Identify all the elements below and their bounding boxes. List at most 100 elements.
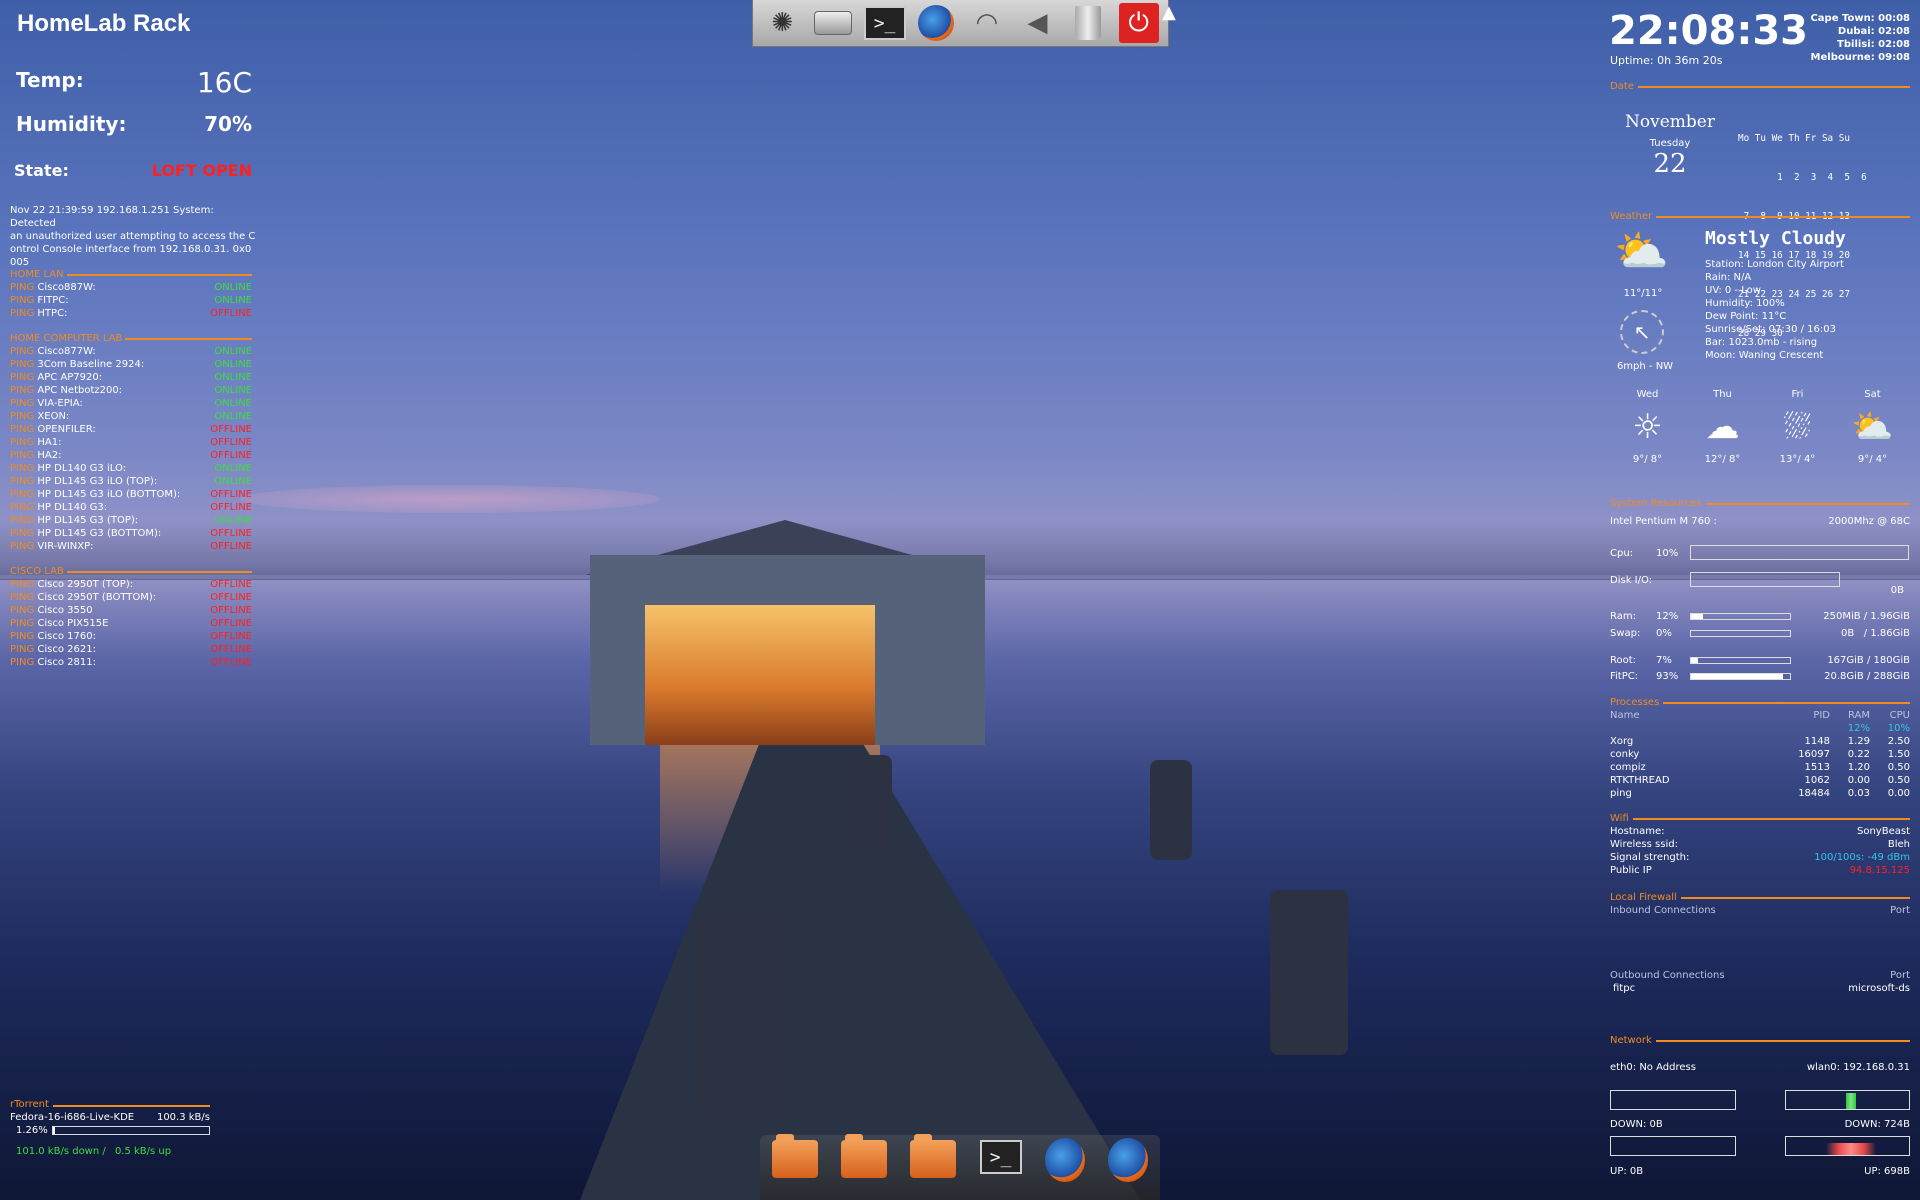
drive-icon[interactable] (813, 3, 853, 43)
cpu-total: 10% (1887, 723, 1910, 734)
ubuntu-logo-icon[interactable]: ✺ (762, 3, 802, 43)
divider (1680, 896, 1910, 899)
weather-line: Bar: 1023.0mb - rising (1705, 337, 1818, 348)
weather-line: Rain: N/A (1705, 272, 1752, 283)
processes-title: Processes (1610, 697, 1660, 708)
divider (52, 1104, 210, 1107)
torrent-down: 101.0 kB/s down / (16, 1146, 106, 1157)
ping-row: PING APC AP7920: ONLINE (10, 371, 252, 384)
ping-row: PING VIR-WINXP: OFFLINE (10, 540, 252, 553)
ping-host: HP DL145 G3 (TOP): (37, 515, 139, 526)
ping-host-cell: PING HP DL140 G3: (10, 501, 107, 514)
sun-icon: ☼ (1632, 407, 1663, 447)
fitpc-bar (1690, 673, 1791, 680)
ping-row: PING Cisco 2621: OFFLINE (10, 643, 252, 656)
trash-icon[interactable] (1068, 3, 1108, 43)
wlan0-down-graph (1785, 1090, 1910, 1110)
ping-label: PING (10, 411, 35, 422)
mouse-cursor-icon: ▲ (1162, 2, 1176, 23)
wifi-row: Signal strength: 100/100s: -49 dBm (1610, 851, 1910, 864)
ping-row: PING XEON: ONLINE (10, 410, 252, 423)
disk-value: 0B (1890, 585, 1904, 596)
wlan0-down: DOWN: 724B (1844, 1119, 1910, 1130)
ping-host: VIA-EPIA: (37, 398, 83, 409)
firefox-icon[interactable] (1044, 1138, 1085, 1182)
ping-row: PING FITPC: ONLINE (10, 294, 252, 307)
weather-line: Dew Point: 11°C (1705, 311, 1787, 322)
wifi-icon[interactable]: ◠ (967, 3, 1007, 43)
temp-value: 16C (196, 66, 252, 99)
wifi-value: 94.8.15.125 (1849, 865, 1910, 876)
ping-host-cell: PING Cisco 2950T (BOTTOM): (10, 591, 156, 604)
terminal-icon[interactable]: >_ (863, 6, 906, 40)
ping-host: Cisco 2950T (BOTTOM): (37, 592, 157, 603)
rain-icon: ⛆ (1783, 407, 1812, 447)
ping-host-cell: PING OPENFILER: (10, 423, 96, 436)
process-cell: 1.20 (1847, 762, 1870, 773)
security-log: Nov 22 21:39:59 192.168.1.251 System: De… (10, 204, 260, 269)
weather-condition: Mostly Cloudy (1705, 228, 1846, 249)
terminal-icon[interactable]: >_ (979, 1140, 1022, 1174)
forecast-day-name: Wed (1636, 389, 1659, 400)
home-folder-icon[interactable] (771, 1134, 818, 1178)
firefox-icon[interactable] (916, 3, 956, 43)
ping-label: PING (10, 463, 35, 474)
divider (1655, 1039, 1910, 1042)
ping-row: PING Cisco 2950T (BOTTOM): OFFLINE (10, 591, 252, 604)
ping-host-cell: PING Cisco 2811: (10, 656, 96, 669)
inbound-label: Inbound Connections (1610, 905, 1716, 916)
ping-status: OFFLINE (210, 618, 252, 629)
ping-label: PING (10, 657, 35, 668)
bottom-dock: >_ (760, 1134, 1160, 1200)
ping-label: PING (10, 424, 35, 435)
cpu-label: Cpu: (1610, 548, 1634, 559)
outbound-port: microsoft-ds (1848, 983, 1910, 994)
humidity-label: Humidity: (16, 112, 127, 136)
power-icon[interactable]: ⏻ (1118, 3, 1159, 43)
month: November (1625, 112, 1715, 132)
outbound-header: Outbound Connections Port (1610, 969, 1910, 982)
process-column-header: CPU (1889, 710, 1910, 721)
section-header: HOME COMPUTER LAB (10, 332, 252, 345)
home-folder-icon[interactable] (840, 1134, 887, 1178)
fitpc-value: 20.8GiB / 288GiB (1824, 671, 1910, 682)
weather-line: UV: 0 - Low (1705, 285, 1761, 296)
firewall-header: Local Firewall (1610, 891, 1910, 904)
cpu-frequency: 2000Mhz @ 68C (1828, 516, 1910, 527)
ping-status: OFFLINE (210, 450, 252, 461)
weekday: Tuesday (1649, 138, 1691, 149)
process-cell: 2.50 (1887, 736, 1910, 747)
ping-host: HP DL140 G3: (37, 502, 108, 513)
weather-line: Sunrise/Set: 07:30 / 16:03 (1705, 324, 1836, 335)
root-bar-fill (1691, 658, 1698, 663)
process-row: compiz 1513 1.20 0.50 (1610, 761, 1910, 774)
ping-row: PING HA2: OFFLINE (10, 449, 252, 462)
process-row: Xorg 1148 1.29 2.50 (1610, 735, 1910, 748)
cpu-percent: 10% (1656, 548, 1679, 559)
swap-label: Swap: (1610, 628, 1641, 639)
calendar-header: Mo Tu We Th Fr Sa Su (1738, 133, 1850, 144)
ping-host-cell: PING Cisco 2621: (10, 643, 96, 656)
divider (1656, 215, 1910, 218)
process-header-row: Name PID RAM CPU (1610, 709, 1910, 722)
date-title: Date (1610, 81, 1634, 92)
fitpc-label: FitPC: (1610, 671, 1639, 682)
home-folder-icon[interactable] (910, 1134, 957, 1178)
ping-host: Cisco 1760: (37, 631, 96, 642)
ping-host: HP DL145 G3 iLO (TOP): (37, 476, 158, 487)
ping-status: OFFLINE (210, 644, 252, 655)
process-cell: 1148 (1804, 736, 1830, 747)
ping-host-cell: PING Cisco887W: (10, 281, 96, 294)
zone-time: Dubai: 02:08 (1837, 26, 1910, 37)
root-bar (1690, 657, 1791, 664)
rack-title: HomeLab Rack (17, 10, 191, 37)
ping-label: PING (10, 605, 35, 616)
forecast-temp: 9°/ 8° (1632, 454, 1663, 465)
weather-details: Station: London City Airport Rain: N/A UV:… (1705, 258, 1905, 362)
outbound-host: fitpc (1613, 983, 1636, 994)
ping-row: PING HP DL145 G3 iLO (BOTTOM): OFFLINE (10, 488, 252, 501)
volume-icon[interactable]: ◀ (1017, 3, 1057, 43)
current-temp: 11°/11° (1623, 288, 1663, 299)
firefox-icon[interactable] (1108, 1138, 1149, 1182)
